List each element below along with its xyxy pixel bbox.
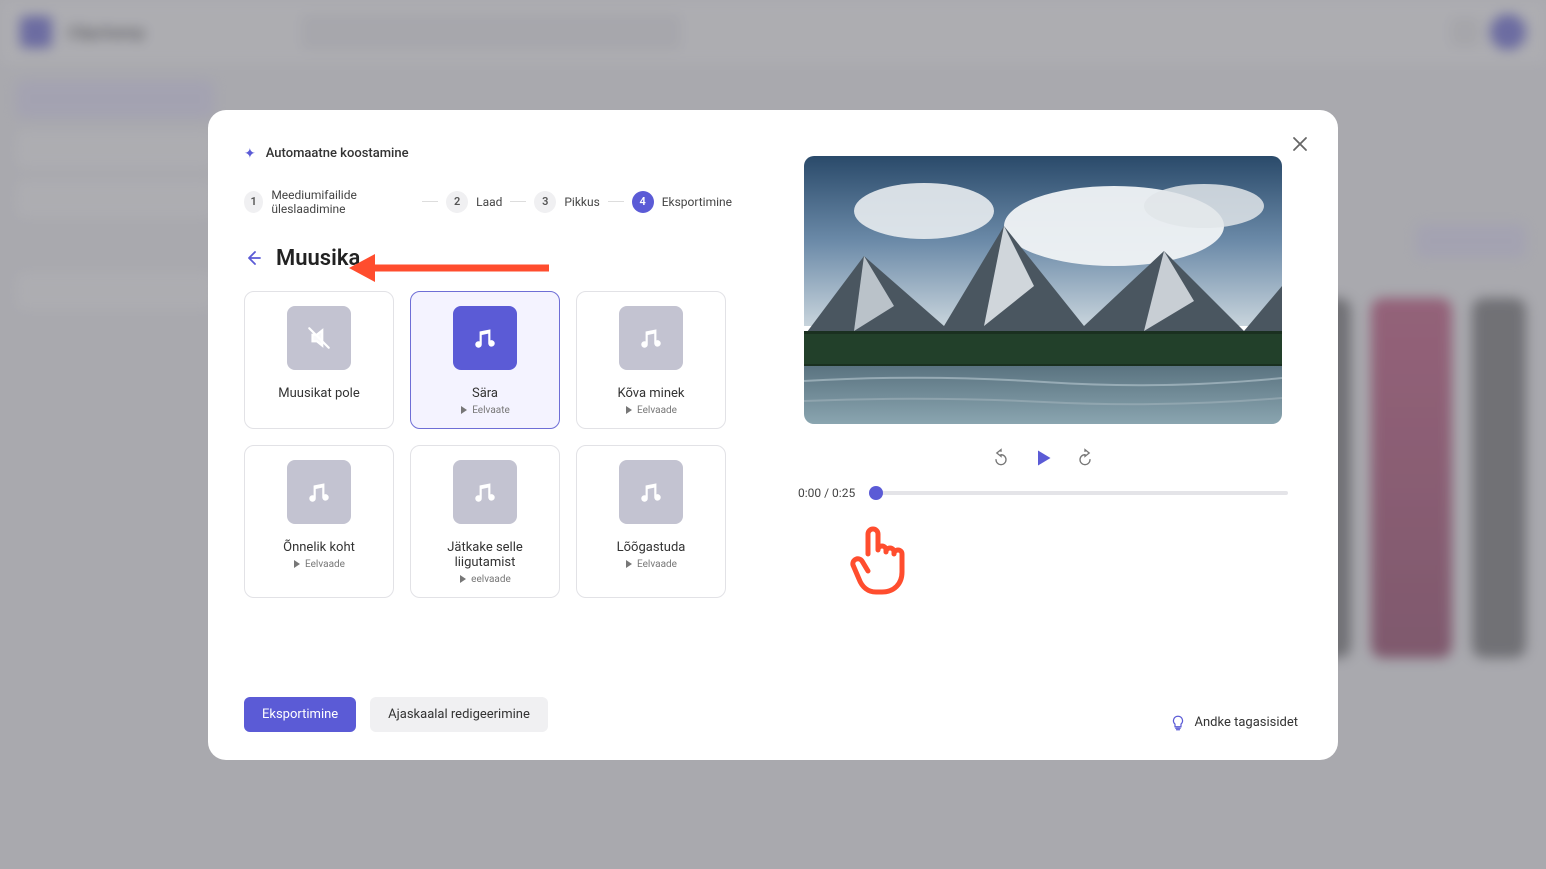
feedback-text: Andke tagasisidet <box>1195 715 1299 730</box>
feedback-link[interactable]: Andke tagasisidet <box>1169 714 1299 732</box>
rewind-button[interactable] <box>989 446 1013 470</box>
music-icon <box>453 460 517 524</box>
step-4[interactable]: 4 Eksportimine <box>632 191 732 213</box>
music-icon <box>619 306 683 370</box>
music-card-none[interactable]: Muusikat pole <box>244 291 394 429</box>
progress-thumb[interactable] <box>869 486 883 500</box>
auto-compose-label: Automaatne koostamine <box>266 146 409 161</box>
step-2[interactable]: 2 Laad <box>446 191 502 213</box>
section-title: Muusika <box>276 246 360 271</box>
video-preview[interactable] <box>804 156 1282 424</box>
music-card-onnelik-koht[interactable]: Õnnelik koht Eelvaade <box>244 445 394 598</box>
auto-compose-modal: ✦ Automaatne koostamine 1 Meediumifailid… <box>208 110 1338 760</box>
section-header: Muusika <box>244 246 732 271</box>
music-grid: Muusikat pole Sära Eelvaate <box>244 291 732 598</box>
stepper: 1 Meediumifailide üleslaadimine 2 Laad 3… <box>244 188 732 216</box>
music-card-jatkake[interactable]: Jätkake selle liigutamist eelvaade <box>410 445 560 598</box>
back-arrow-icon[interactable] <box>244 249 262 267</box>
left-pane: ✦ Automaatne koostamine 1 Meediumifailid… <box>208 110 768 760</box>
progress-bar[interactable] <box>869 491 1288 495</box>
annotation-arrow <box>349 248 549 288</box>
music-icon <box>287 460 351 524</box>
modal-overlay: ✦ Automaatne koostamine 1 Meediumifailid… <box>0 0 1546 869</box>
music-card-sara[interactable]: Sära Eelvaate <box>410 291 560 429</box>
edit-timeline-button[interactable]: Ajaskaalal redigeerimine <box>370 697 548 732</box>
auto-compose-heading: ✦ Automaatne koostamine <box>244 146 732 162</box>
footer-actions: Eksportimine Ajaskaalal redigeerimine <box>244 697 732 732</box>
forward-button[interactable] <box>1073 446 1097 470</box>
export-button[interactable]: Eksportimine <box>244 697 356 732</box>
time-row: 0:00 / 0:25 <box>788 486 1298 500</box>
preview-label[interactable]: Eelvaate <box>460 405 510 416</box>
music-card-kova-minek[interactable]: Kõva minek Eelvaade <box>576 291 726 429</box>
step-1[interactable]: 1 Meediumifailide üleslaadimine <box>244 188 414 216</box>
play-button[interactable] <box>1031 446 1055 470</box>
preview-label[interactable]: eelvaade <box>459 574 511 585</box>
music-icon <box>453 306 517 370</box>
close-button[interactable] <box>1288 132 1312 156</box>
preview-label[interactable]: Eelvaade <box>625 559 677 570</box>
time-label: 0:00 / 0:25 <box>798 486 855 500</box>
right-pane: 0:00 / 0:25 Andke tagasisidet <box>768 110 1338 760</box>
close-icon <box>1292 136 1308 152</box>
music-icon <box>619 460 683 524</box>
preview-label[interactable]: Eelvaade <box>293 559 345 570</box>
sparkle-icon: ✦ <box>244 146 256 162</box>
step-3[interactable]: 3 Pikkus <box>534 191 599 213</box>
mute-icon <box>287 306 351 370</box>
play-controls <box>788 446 1298 470</box>
lightbulb-icon <box>1169 714 1187 732</box>
preview-label[interactable]: Eelvaade <box>625 405 677 416</box>
music-card-loogastuda[interactable]: Lõõgastuda Eelvaade <box>576 445 726 598</box>
